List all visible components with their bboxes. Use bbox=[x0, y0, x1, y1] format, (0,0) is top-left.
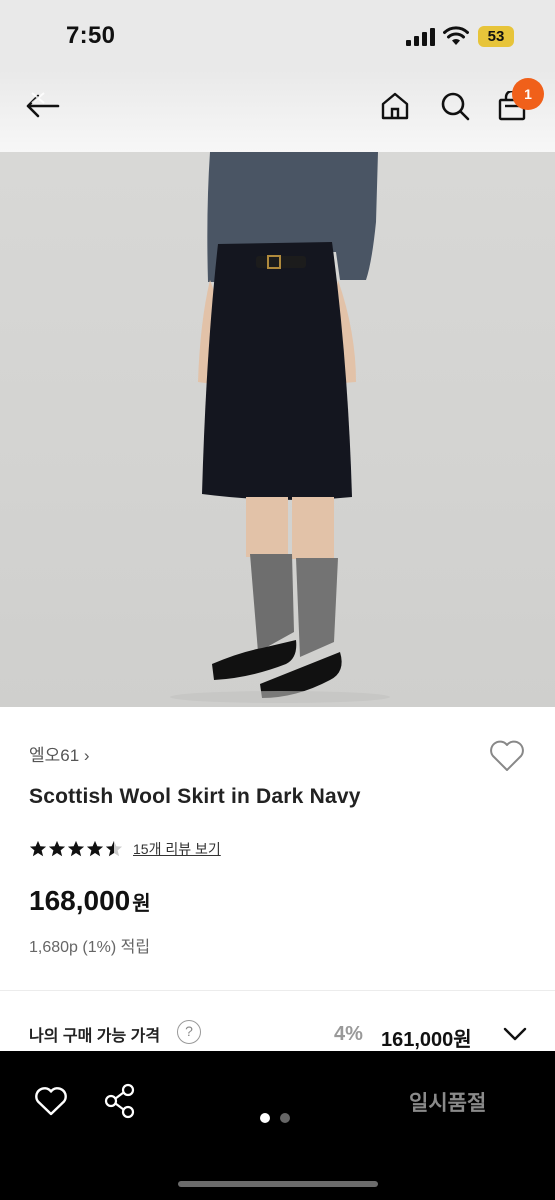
carousel-dots bbox=[260, 1113, 290, 1123]
rating-stars bbox=[29, 840, 123, 858]
rating: 15개 리뷰 보기 bbox=[29, 839, 221, 859]
product-title: Scottish Wool Skirt in Dark Navy bbox=[29, 785, 361, 808]
price-value: 168,000 bbox=[29, 885, 131, 916]
carousel-dot-active[interactable] bbox=[260, 1113, 270, 1123]
top-nav bbox=[0, 70, 555, 152]
back-arrow-icon bbox=[26, 92, 60, 118]
home-icon bbox=[381, 92, 409, 120]
help-icon[interactable]: ? bbox=[177, 1020, 201, 1044]
status-time: 7:50 bbox=[66, 22, 116, 49]
cart-count-badge: 1 bbox=[512, 78, 544, 110]
product-photo-illustration bbox=[170, 152, 390, 703]
price-unit: 원 bbox=[132, 893, 151, 915]
signal-icon bbox=[406, 28, 435, 46]
review-link[interactable]: 15개 리뷰 보기 bbox=[133, 839, 221, 859]
wishlist-heart-icon[interactable] bbox=[488, 737, 526, 773]
star-icon bbox=[29, 840, 47, 857]
back-button[interactable] bbox=[22, 86, 62, 126]
price: 168,000 원 bbox=[29, 885, 151, 917]
star-icon bbox=[86, 840, 104, 857]
my-price-label: 나의 구매 가능 가격 bbox=[29, 1028, 161, 1045]
chevron-down-icon[interactable] bbox=[500, 1022, 530, 1046]
brand-link[interactable]: 엘오61 › bbox=[29, 741, 90, 766]
share-icon[interactable] bbox=[104, 1083, 136, 1119]
home-indicator bbox=[178, 1181, 378, 1187]
product-image[interactable] bbox=[0, 152, 555, 707]
points-earned: 1,680p (1%) 적립 bbox=[29, 939, 151, 956]
my-price: 161,000원 bbox=[381, 1029, 472, 1051]
wifi-icon bbox=[443, 26, 469, 45]
battery-indicator: 53 bbox=[478, 26, 514, 47]
status-bar: 7:50 53 bbox=[0, 0, 555, 70]
bottom-action-bar: 일시품절 bbox=[0, 1051, 555, 1200]
star-half-icon bbox=[105, 840, 123, 857]
heart-icon[interactable] bbox=[34, 1085, 68, 1117]
discount-percent: 4% bbox=[334, 1023, 363, 1045]
divider bbox=[0, 990, 555, 991]
carousel-dot[interactable] bbox=[280, 1113, 290, 1123]
home-button[interactable] bbox=[375, 86, 415, 126]
search-button[interactable] bbox=[435, 86, 475, 126]
star-icon bbox=[67, 840, 85, 857]
search-icon bbox=[441, 92, 470, 121]
star-icon bbox=[48, 840, 66, 857]
sold-out-button[interactable]: 일시품절 bbox=[409, 1087, 486, 1117]
